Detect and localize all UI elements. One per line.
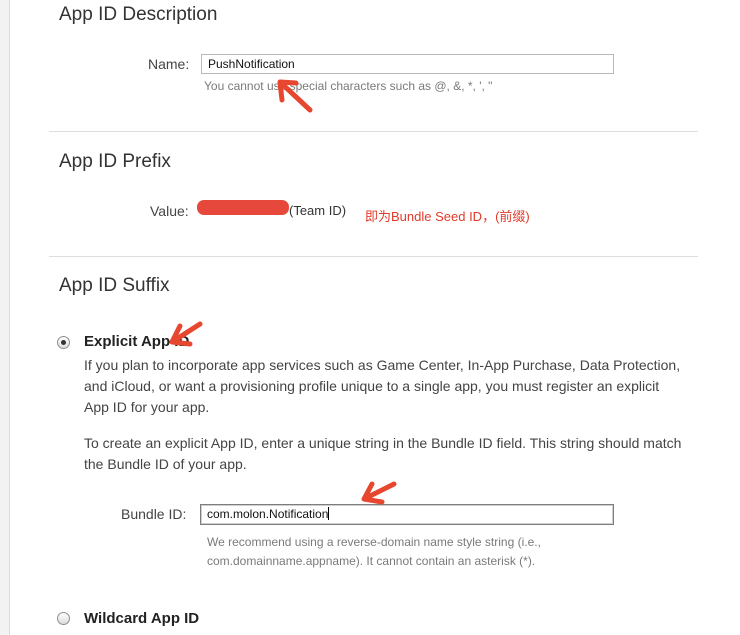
bundle-hint-line1: We recommend using a reverse-domain name… (207, 535, 541, 549)
wildcard-app-id-label[interactable]: Wildcard App ID (84, 610, 199, 627)
bundle-hint-line2: com.domainname.appname). It cannot conta… (207, 554, 536, 568)
annotation-arrow-icon (361, 481, 397, 505)
annotation-arrow-icon (169, 321, 203, 347)
name-input[interactable]: PushNotification (201, 54, 614, 74)
section-divider (49, 131, 698, 132)
section-title-prefix: App ID Prefix (59, 151, 171, 172)
bundle-id-value: com.molon.Notification (207, 507, 329, 521)
explicit-app-id-radio[interactable] (57, 336, 70, 349)
bundle-id-label: Bundle ID: (121, 506, 187, 522)
section-divider (49, 256, 698, 257)
name-label: Name: (148, 56, 190, 72)
annotation-note: 即为Bundle Seed ID，(前缀) (365, 209, 530, 224)
section-title-description: App ID Description (59, 4, 218, 25)
name-input-value: PushNotification (208, 57, 295, 71)
name-hint: You cannot use special characters such a… (204, 79, 493, 93)
wildcard-app-id-radio[interactable] (57, 612, 70, 625)
team-id-suffix: (Team ID) (289, 203, 347, 218)
text-cursor (328, 507, 330, 520)
value-label: Value: (150, 203, 189, 219)
explicit-instructions: To create an explicit App ID, enter a un… (84, 435, 682, 472)
bundle-id-input[interactable]: com.molon.Notification (200, 504, 614, 525)
redacted-team-id (197, 200, 289, 215)
explicit-description: If you plan to incorporate app services … (84, 357, 681, 415)
page-left-border (0, 0, 10, 635)
annotation-arrow-icon (277, 79, 313, 113)
section-title-suffix: App ID Suffix (59, 275, 170, 296)
radio-selected-dot (61, 340, 66, 345)
